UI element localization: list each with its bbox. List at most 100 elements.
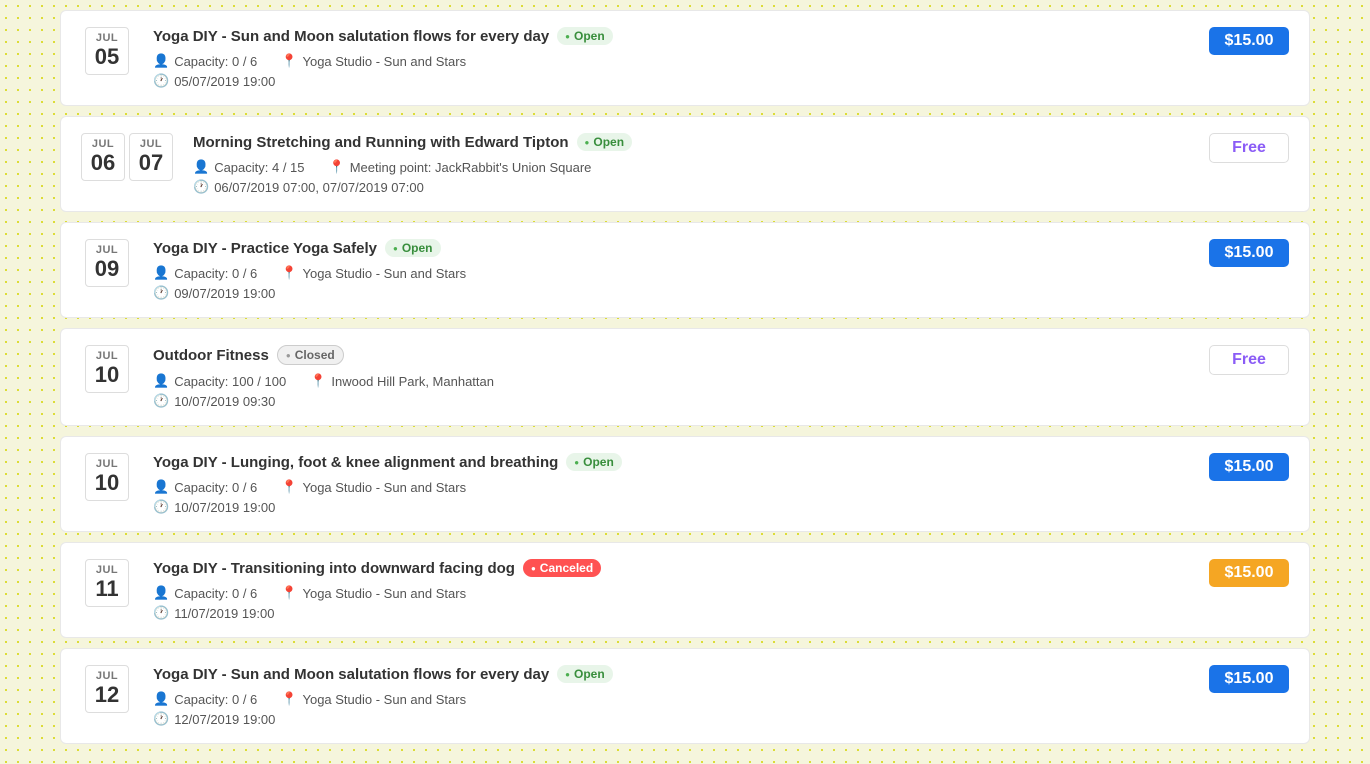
- event-month2: JUL: [140, 138, 162, 150]
- location-item: 📍 Yoga Studio - Sun and Stars: [281, 53, 466, 69]
- event-list: JUL 05 Yoga DIY - Sun and Moon salutatio…: [60, 10, 1310, 754]
- meta-row-time: 🕐 06/07/2019 07:00, 07/07/2019 07:00: [193, 179, 1189, 195]
- event-meta: 👤 Capacity: 0 / 6 📍 Yoga Studio - Sun an…: [153, 691, 1189, 727]
- event-card[interactable]: JUL 10 Yoga DIY - Lunging, foot & knee a…: [60, 436, 1310, 532]
- status-badge: Open: [557, 27, 613, 45]
- location-item: 📍 Meeting point: JackRabbit's Union Squa…: [329, 159, 592, 175]
- datetime-text: 12/07/2019 19:00: [174, 712, 275, 727]
- price-badge[interactable]: $15.00: [1209, 665, 1289, 693]
- event-title: Morning Stretching and Running with Edwa…: [193, 134, 569, 151]
- event-card[interactable]: JUL 10 Outdoor Fitness Closed 👤 Capacity…: [60, 328, 1310, 426]
- event-meta: 👤 Capacity: 0 / 6 📍 Yoga Studio - Sun an…: [153, 479, 1189, 515]
- event-day: 05: [95, 44, 119, 70]
- event-day: 09: [95, 256, 119, 282]
- capacity-text: Capacity: 100 / 100: [174, 374, 286, 389]
- person-icon: 👤: [153, 585, 169, 601]
- event-title: Yoga DIY - Sun and Moon salutation flows…: [153, 666, 549, 683]
- clock-icon: 🕐: [153, 499, 169, 515]
- price-badge[interactable]: Free: [1209, 133, 1289, 163]
- event-month: JUL: [96, 670, 118, 682]
- price-badge[interactable]: Free: [1209, 345, 1289, 375]
- location-icon: 📍: [281, 479, 297, 495]
- datetime-text: 06/07/2019 07:00, 07/07/2019 07:00: [214, 180, 424, 195]
- clock-icon: 🕐: [153, 393, 169, 409]
- status-badge: Open: [577, 133, 633, 151]
- location-text: Yoga Studio - Sun and Stars: [302, 480, 466, 495]
- event-title-row: Yoga DIY - Sun and Moon salutation flows…: [153, 27, 1189, 45]
- event-title: Yoga DIY - Practice Yoga Safely: [153, 240, 377, 257]
- datetime-item: 🕐 06/07/2019 07:00, 07/07/2019 07:00: [193, 179, 424, 195]
- datetime-item: 🕐 10/07/2019 19:00: [153, 499, 275, 515]
- event-card[interactable]: JUL 12 Yoga DIY - Sun and Moon salutatio…: [60, 648, 1310, 744]
- event-card[interactable]: JUL 09 Yoga DIY - Practice Yoga Safely O…: [60, 222, 1310, 318]
- event-card[interactable]: JUL 05 Yoga DIY - Sun and Moon salutatio…: [60, 10, 1310, 106]
- meta-row-location: 👤 Capacity: 0 / 6 📍 Yoga Studio - Sun an…: [153, 691, 1189, 707]
- event-title: Yoga DIY - Sun and Moon salutation flows…: [153, 28, 549, 45]
- person-icon: 👤: [153, 691, 169, 707]
- capacity-text: Capacity: 4 / 15: [214, 160, 304, 175]
- capacity-item: 👤 Capacity: 0 / 6: [153, 691, 257, 707]
- meta-row-time: 🕐 10/07/2019 09:30: [153, 393, 1189, 409]
- event-info: Yoga DIY - Sun and Moon salutation flows…: [153, 27, 1189, 89]
- event-title-row: Yoga DIY - Sun and Moon salutation flows…: [153, 665, 1189, 683]
- event-title-row: Yoga DIY - Lunging, foot & knee alignmen…: [153, 453, 1189, 471]
- event-day: 12: [95, 682, 119, 708]
- status-badge: Open: [557, 665, 613, 683]
- price-badge[interactable]: $15.00: [1209, 453, 1289, 481]
- date-badge: JUL 11: [81, 559, 133, 607]
- datetime-text: 10/07/2019 09:30: [174, 394, 275, 409]
- meta-row-time: 🕐 09/07/2019 19:00: [153, 285, 1189, 301]
- event-meta: 👤 Capacity: 100 / 100 📍 Inwood Hill Park…: [153, 373, 1189, 409]
- capacity-item: 👤 Capacity: 0 / 6: [153, 479, 257, 495]
- meta-row-time: 🕐 10/07/2019 19:00: [153, 499, 1189, 515]
- location-item: 📍 Yoga Studio - Sun and Stars: [281, 691, 466, 707]
- datetime-text: 11/07/2019 19:00: [174, 606, 274, 621]
- meta-row-location: 👤 Capacity: 0 / 6 📍 Yoga Studio - Sun an…: [153, 585, 1189, 601]
- event-title-row: Yoga DIY - Transitioning into downward f…: [153, 559, 1189, 577]
- datetime-item: 🕐 05/07/2019 19:00: [153, 73, 275, 89]
- price-badge[interactable]: $15.00: [1209, 559, 1289, 587]
- date-badge: JUL 05: [81, 27, 133, 75]
- capacity-text: Capacity: 0 / 6: [174, 266, 257, 281]
- event-info: Yoga DIY - Practice Yoga Safely Open 👤 C…: [153, 239, 1189, 301]
- event-info: Yoga DIY - Transitioning into downward f…: [153, 559, 1189, 621]
- meta-row-location: 👤 Capacity: 0 / 6 📍 Yoga Studio - Sun an…: [153, 479, 1189, 495]
- datetime-text: 09/07/2019 19:00: [174, 286, 275, 301]
- location-icon: 📍: [281, 265, 297, 281]
- meta-row-time: 🕐 12/07/2019 19:00: [153, 711, 1189, 727]
- event-card[interactable]: JUL 06 JUL 07 Morning Stretching and Run…: [60, 116, 1310, 212]
- status-badge: Canceled: [523, 559, 601, 577]
- event-title-row: Outdoor Fitness Closed: [153, 345, 1189, 365]
- price-badge[interactable]: $15.00: [1209, 239, 1289, 267]
- event-card[interactable]: JUL 11 Yoga DIY - Transitioning into dow…: [60, 542, 1310, 638]
- meta-row-location: 👤 Capacity: 0 / 6 📍 Yoga Studio - Sun an…: [153, 53, 1189, 69]
- meta-row-time: 🕐 05/07/2019 19:00: [153, 73, 1189, 89]
- capacity-item: 👤 Capacity: 0 / 6: [153, 265, 257, 281]
- location-icon: 📍: [329, 159, 345, 175]
- location-icon: 📍: [310, 373, 326, 389]
- event-month: JUL: [96, 244, 118, 256]
- date-badge: JUL 09: [81, 239, 133, 287]
- date-badge: JUL 06 JUL 07: [81, 133, 173, 181]
- event-month: JUL: [96, 32, 118, 44]
- event-day2: 07: [139, 150, 163, 176]
- event-title: Yoga DIY - Lunging, foot & knee alignmen…: [153, 454, 558, 471]
- person-icon: 👤: [153, 265, 169, 281]
- date-badge: JUL 10: [81, 345, 133, 393]
- capacity-text: Capacity: 0 / 6: [174, 586, 257, 601]
- location-item: 📍 Yoga Studio - Sun and Stars: [281, 265, 466, 281]
- datetime-item: 🕐 10/07/2019 09:30: [153, 393, 275, 409]
- location-text: Yoga Studio - Sun and Stars: [302, 692, 466, 707]
- person-icon: 👤: [193, 159, 209, 175]
- event-info: Yoga DIY - Sun and Moon salutation flows…: [153, 665, 1189, 727]
- meta-row-location: 👤 Capacity: 0 / 6 📍 Yoga Studio - Sun an…: [153, 265, 1189, 281]
- datetime-item: 🕐 11/07/2019 19:00: [153, 605, 274, 621]
- meta-row-location: 👤 Capacity: 4 / 15 📍 Meeting point: Jack…: [193, 159, 1189, 175]
- capacity-item: 👤 Capacity: 100 / 100: [153, 373, 286, 389]
- capacity-item: 👤 Capacity: 0 / 6: [153, 585, 257, 601]
- status-badge: Open: [385, 239, 441, 257]
- price-badge[interactable]: $15.00: [1209, 27, 1289, 55]
- event-month: JUL: [96, 564, 118, 576]
- person-icon: 👤: [153, 373, 169, 389]
- event-day: 06: [91, 150, 115, 176]
